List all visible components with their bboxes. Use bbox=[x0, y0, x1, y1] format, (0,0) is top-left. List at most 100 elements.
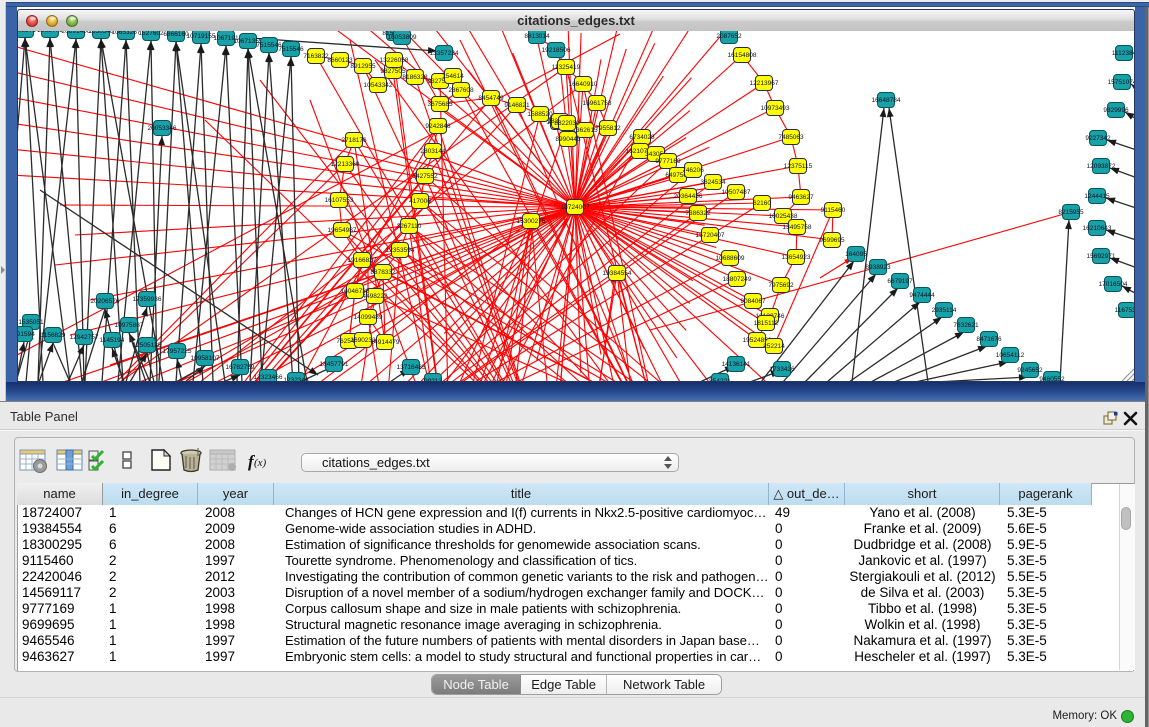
svg-text:19218506: 19218506 bbox=[542, 47, 571, 54]
svg-text:7163822: 7163822 bbox=[303, 53, 329, 60]
svg-text:12323466: 12323466 bbox=[254, 374, 283, 381]
svg-text:1156829: 1156829 bbox=[41, 332, 66, 339]
svg-text:(x): (x) bbox=[254, 457, 267, 469]
svg-text:6734028: 6734028 bbox=[629, 134, 655, 141]
svg-text:746206: 746206 bbox=[682, 167, 704, 174]
svg-text:1733426: 1733426 bbox=[769, 366, 795, 373]
svg-text:15720407: 15720407 bbox=[696, 232, 725, 239]
svg-text:9245652: 9245652 bbox=[1017, 367, 1043, 374]
svg-text:1362615: 1362615 bbox=[572, 127, 598, 134]
svg-text:9329996: 9329996 bbox=[1103, 107, 1129, 114]
svg-text:10958107: 10958107 bbox=[191, 355, 220, 362]
svg-text:16640910: 16640910 bbox=[569, 81, 598, 88]
svg-text:99212: 99212 bbox=[424, 378, 442, 382]
svg-text:12375115: 12375115 bbox=[784, 163, 813, 170]
svg-text:18724007: 18724007 bbox=[561, 204, 590, 211]
svg-text:2087652: 2087652 bbox=[716, 33, 742, 40]
svg-text:15692971: 15692971 bbox=[1087, 253, 1116, 260]
svg-text:20206576: 20206576 bbox=[91, 298, 120, 305]
svg-text:1588520: 1588520 bbox=[527, 111, 553, 118]
svg-text:16648784: 16648784 bbox=[872, 97, 901, 104]
svg-text:8938923: 8938923 bbox=[865, 264, 891, 271]
svg-text:14099489: 14099489 bbox=[354, 314, 383, 321]
svg-text:12942757: 12942757 bbox=[70, 334, 99, 341]
svg-text:1527602: 1527602 bbox=[138, 31, 164, 37]
svg-text:10688609: 10688609 bbox=[716, 255, 745, 262]
svg-text:8912955: 8912955 bbox=[350, 63, 376, 70]
svg-text:18807249: 18807249 bbox=[723, 276, 752, 283]
svg-text:8660123: 8660123 bbox=[327, 57, 353, 64]
svg-text:16046738: 16046738 bbox=[341, 288, 370, 295]
svg-text:7955812: 7955812 bbox=[595, 125, 621, 132]
svg-text:8427552: 8427552 bbox=[412, 173, 438, 180]
svg-text:10719155: 10719155 bbox=[187, 33, 216, 40]
svg-text:854221: 854221 bbox=[709, 378, 731, 382]
svg-text:9460552: 9460552 bbox=[1039, 376, 1065, 382]
svg-text:252214: 252214 bbox=[763, 343, 785, 350]
svg-text:12213967: 12213967 bbox=[750, 80, 779, 87]
svg-text:10653267: 10653267 bbox=[112, 31, 141, 36]
svg-text:3624534: 3624534 bbox=[700, 179, 726, 186]
svg-text:3267110: 3267110 bbox=[397, 223, 422, 230]
svg-text:1167534: 1167534 bbox=[1115, 307, 1134, 314]
svg-text:14136141: 14136141 bbox=[722, 361, 751, 368]
svg-text:13495758: 13495758 bbox=[783, 224, 812, 231]
svg-text:6679197: 6679197 bbox=[887, 278, 913, 285]
svg-text:2803144: 2803144 bbox=[420, 148, 446, 155]
svg-text:7632621: 7632621 bbox=[953, 322, 979, 329]
svg-text:13357224: 13357224 bbox=[430, 50, 459, 57]
svg-text:16961758: 16961758 bbox=[583, 100, 612, 107]
svg-text:12353594: 12353594 bbox=[386, 247, 415, 254]
svg-text:10507487: 10507487 bbox=[722, 189, 751, 196]
svg-text:9115460: 9115460 bbox=[821, 207, 846, 214]
svg-text:2867608: 2867608 bbox=[448, 87, 474, 94]
svg-text:1145194: 1145194 bbox=[100, 337, 125, 344]
svg-text:8878332: 8878332 bbox=[370, 269, 396, 276]
svg-text:13716485: 13716485 bbox=[397, 364, 426, 371]
svg-text:16107553: 16107553 bbox=[325, 197, 354, 204]
svg-text:164095: 164095 bbox=[845, 251, 867, 258]
svg-text:2363771: 2363771 bbox=[37, 31, 63, 34]
svg-text:417006: 417006 bbox=[409, 198, 431, 205]
svg-text:20053346: 20053346 bbox=[148, 125, 177, 132]
svg-text:17957225: 17957225 bbox=[163, 348, 192, 355]
svg-text:15751074: 15751074 bbox=[1108, 79, 1134, 86]
svg-text:12505135: 12505135 bbox=[133, 342, 162, 349]
svg-text:1815112: 1815112 bbox=[754, 320, 779, 327]
svg-text:1232346: 1232346 bbox=[283, 377, 309, 382]
svg-text:8186328: 8186328 bbox=[402, 74, 428, 81]
svg-text:9699695: 9699695 bbox=[819, 237, 845, 244]
svg-text:7975692: 7975692 bbox=[768, 282, 794, 289]
svg-text:1650548: 1650548 bbox=[88, 31, 114, 35]
svg-text:12213369: 12213369 bbox=[331, 161, 360, 168]
svg-text:1244415: 1244415 bbox=[1084, 193, 1110, 200]
svg-text:391594: 391594 bbox=[18, 331, 35, 338]
svg-text:1690233: 1690233 bbox=[350, 337, 376, 344]
svg-text:16210643: 16210643 bbox=[1083, 225, 1112, 232]
svg-text:20364436: 20364436 bbox=[674, 193, 703, 200]
svg-text:6866160: 6866160 bbox=[163, 31, 189, 38]
svg-text:8454749: 8454749 bbox=[478, 95, 504, 102]
svg-text:10543342: 10543342 bbox=[364, 82, 393, 89]
svg-text:16053809: 16053809 bbox=[388, 34, 417, 41]
svg-text:16782759: 16782759 bbox=[226, 364, 255, 371]
svg-text:19654987: 19654987 bbox=[328, 227, 357, 234]
svg-text:8822030: 8822030 bbox=[554, 120, 580, 127]
svg-text:2935114: 2935114 bbox=[932, 307, 957, 314]
svg-text:7485063: 7485063 bbox=[778, 134, 804, 141]
svg-text:18457791: 18457791 bbox=[320, 361, 349, 368]
svg-text:19384554: 19384554 bbox=[603, 270, 632, 277]
svg-text:9463627: 9463627 bbox=[788, 194, 814, 201]
svg-text:7515546: 7515546 bbox=[278, 46, 304, 53]
svg-text:9777169: 9777169 bbox=[655, 158, 681, 165]
svg-text:10025438: 10025438 bbox=[769, 213, 798, 220]
svg-text:154614: 154614 bbox=[442, 73, 464, 80]
svg-text:9146821: 9146821 bbox=[504, 102, 530, 109]
svg-text:19166827: 19166827 bbox=[348, 257, 377, 264]
svg-text:9227342: 9227342 bbox=[1085, 135, 1111, 142]
svg-text:9084067: 9084067 bbox=[740, 298, 766, 305]
svg-text:1112384: 1112384 bbox=[1112, 50, 1134, 57]
svg-text:8215955: 8215955 bbox=[1058, 209, 1084, 216]
svg-text:13226058: 13226058 bbox=[380, 57, 409, 64]
svg-text:12093872: 12093872 bbox=[1087, 163, 1116, 170]
